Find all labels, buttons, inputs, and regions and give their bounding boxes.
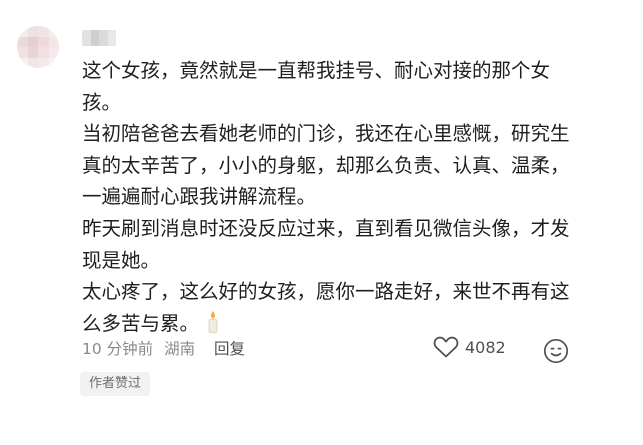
reply-button[interactable]: 回复 (214, 340, 245, 358)
comment-paragraph: 太心疼了，这么好的女孩，愿你一路走好，来世不再有这么多苦与累。 (82, 276, 582, 343)
avatar[interactable] (17, 26, 59, 68)
comment-paragraph: 这个女孩，竟然就是一直帮我挂号、耐心对接的那个女孩。 (82, 59, 551, 114)
author-liked-badge: 作者赞过 (80, 372, 151, 396)
like-button[interactable]: 4082 (433, 336, 506, 358)
comment-body: 这个女孩，竟然就是一直帮我挂号、耐心对接的那个女孩。 当初陪爸爸去看她老师的门诊… (82, 55, 582, 343)
timestamp: 10 分钟前 (82, 340, 154, 358)
comment-paragraph: 当初陪爸爸去看她老师的门诊，我还在心里感慨，研究生真的太辛苦了，小小的身躯，却那… (82, 122, 570, 209)
emoji-reaction-button[interactable] (543, 338, 569, 368)
smiley-icon (543, 338, 569, 364)
like-count: 4082 (465, 337, 506, 357)
location: 湖南 (164, 340, 196, 358)
comment-meta: 10 分钟前 湖南 回复 (82, 337, 251, 359)
heart-outline-icon (433, 336, 459, 358)
username-blurred[interactable] (82, 30, 116, 46)
comment-text: 太心疼了，这么好的女孩，愿你一路走好，来世不再有这么多苦与累。 (82, 280, 570, 335)
comment-paragraph: 昨天刷到消息时还没反应过来，直到看见微信头像，才发现是她。 (82, 216, 570, 272)
